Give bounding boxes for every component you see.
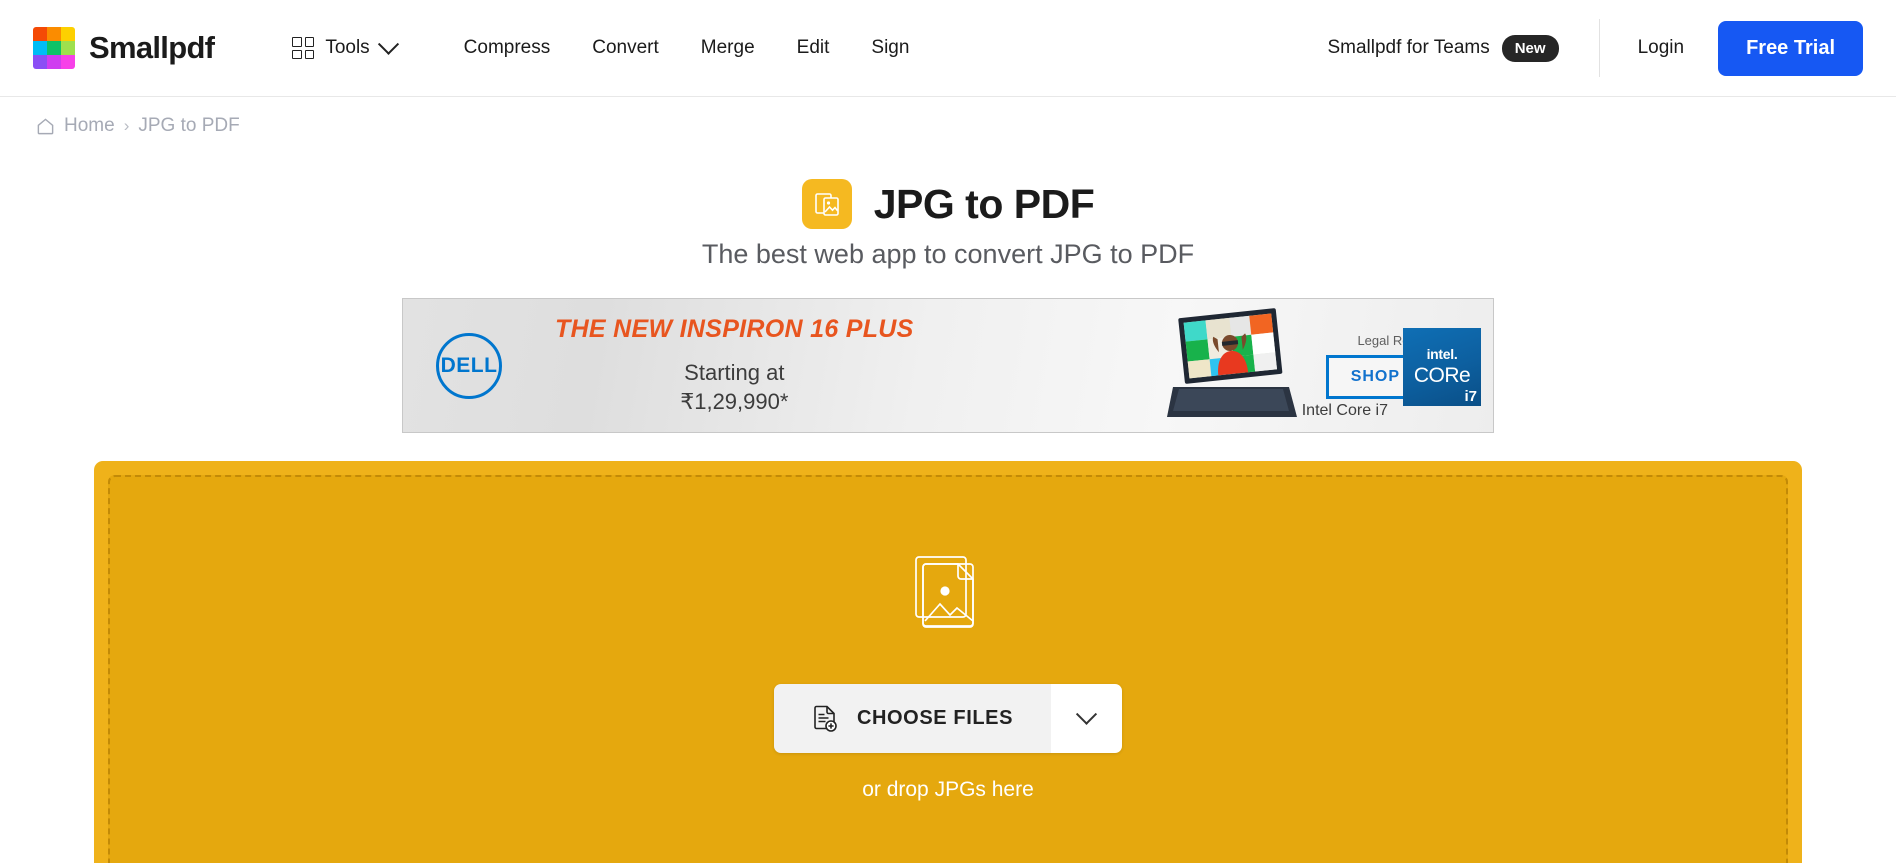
main-navigation: Tools Compress Convert Merge Edit Sign: [292, 33, 930, 59]
drop-hint-text: or drop JPGs here: [862, 778, 1034, 801]
jpg-to-pdf-icon: [801, 179, 852, 229]
choose-files-dropdown-button[interactable]: [1051, 684, 1123, 753]
choose-files-label: CHOOSE FILES: [856, 707, 1014, 729]
teams-label: Smallpdf for Teams: [1327, 37, 1490, 58]
site-header: Smallpdf Tools Compress Convert Merge Ed…: [0, 0, 1896, 97]
nav-tools-label: Tools: [325, 37, 370, 58]
intel-badge-corner: i7: [1464, 388, 1477, 405]
breadcrumb: Home › JPG to PDF: [0, 97, 1896, 137]
nav-item-merge[interactable]: Merge: [680, 37, 776, 59]
hero-section: JPG to PDF The best web app to convert J…: [0, 179, 1896, 270]
dell-advertisement[interactable]: DELL THE NEW INSPIRON 16 PLUS Starting a…: [402, 298, 1494, 433]
header-divider: [1598, 19, 1600, 77]
document-add-icon: [814, 705, 837, 732]
grid-icon: [292, 37, 315, 59]
new-badge: New: [1501, 34, 1559, 62]
laptop-image: [1167, 308, 1297, 417]
nav-item-convert[interactable]: Convert: [571, 37, 680, 59]
advertisement-wrapper: DELL THE NEW INSPIRON 16 PLUS Starting a…: [0, 298, 1896, 433]
choose-files-group: CHOOSE FILES: [773, 684, 1123, 753]
nav-item-edit[interactable]: Edit: [776, 37, 851, 59]
dell-logo-text: DELL: [440, 353, 498, 377]
ad-copy: THE NEW INSPIRON 16 PLUS Starting at ₹1,…: [555, 315, 914, 416]
smallpdf-for-teams-link[interactable]: Smallpdf for Teams New: [1327, 34, 1559, 62]
brand-logo[interactable]: Smallpdf: [33, 27, 215, 69]
choose-files-button[interactable]: CHOOSE FILES: [773, 684, 1052, 753]
breadcrumb-current: JPG to PDF: [138, 115, 240, 136]
file-dropzone[interactable]: CHOOSE FILES or drop JPGs here: [94, 461, 1802, 863]
page-title: JPG to PDF: [873, 180, 1095, 227]
breadcrumb-separator: ›: [123, 116, 130, 135]
ad-processor-text: Intel Core i7: [1301, 402, 1388, 419]
page-subtitle: The best web app to convert JPG to PDF: [701, 239, 1195, 269]
chevron-down-icon: [377, 33, 399, 55]
intel-badge-mid: CORe: [1413, 364, 1471, 387]
brand-name: Smallpdf: [89, 30, 215, 65]
ad-price: ₹1,29,990*: [680, 389, 789, 414]
ad-starting-at: Starting at: [684, 359, 785, 385]
ad-pricing: Starting at ₹1,29,990*: [555, 358, 914, 416]
dell-logo-icon: DELL: [436, 332, 502, 399]
intel-core-i7-badge: intel. CORe i7: [1403, 328, 1481, 406]
ad-headline: THE NEW INSPIRON 16 PLUS: [555, 314, 914, 343]
breadcrumb-home[interactable]: Home: [64, 115, 115, 137]
intel-badge-top: intel.: [1426, 346, 1458, 362]
hero-title-row: JPG to PDF: [0, 179, 1896, 229]
smallpdf-logo-icon: [33, 27, 75, 69]
nav-item-tools[interactable]: Tools: [292, 33, 399, 59]
home-icon[interactable]: [36, 117, 55, 136]
file-dropzone-inner[interactable]: CHOOSE FILES or drop JPGs here: [108, 475, 1788, 863]
header-actions: Smallpdf for Teams New Login Free Trial: [1327, 19, 1863, 77]
nav-item-sign[interactable]: Sign: [850, 37, 930, 59]
image-files-icon: [915, 556, 974, 628]
free-trial-button[interactable]: Free Trial: [1718, 20, 1863, 76]
chevron-down-icon: [1075, 703, 1098, 725]
login-link[interactable]: Login: [1638, 37, 1685, 59]
nav-item-compress[interactable]: Compress: [443, 37, 572, 59]
